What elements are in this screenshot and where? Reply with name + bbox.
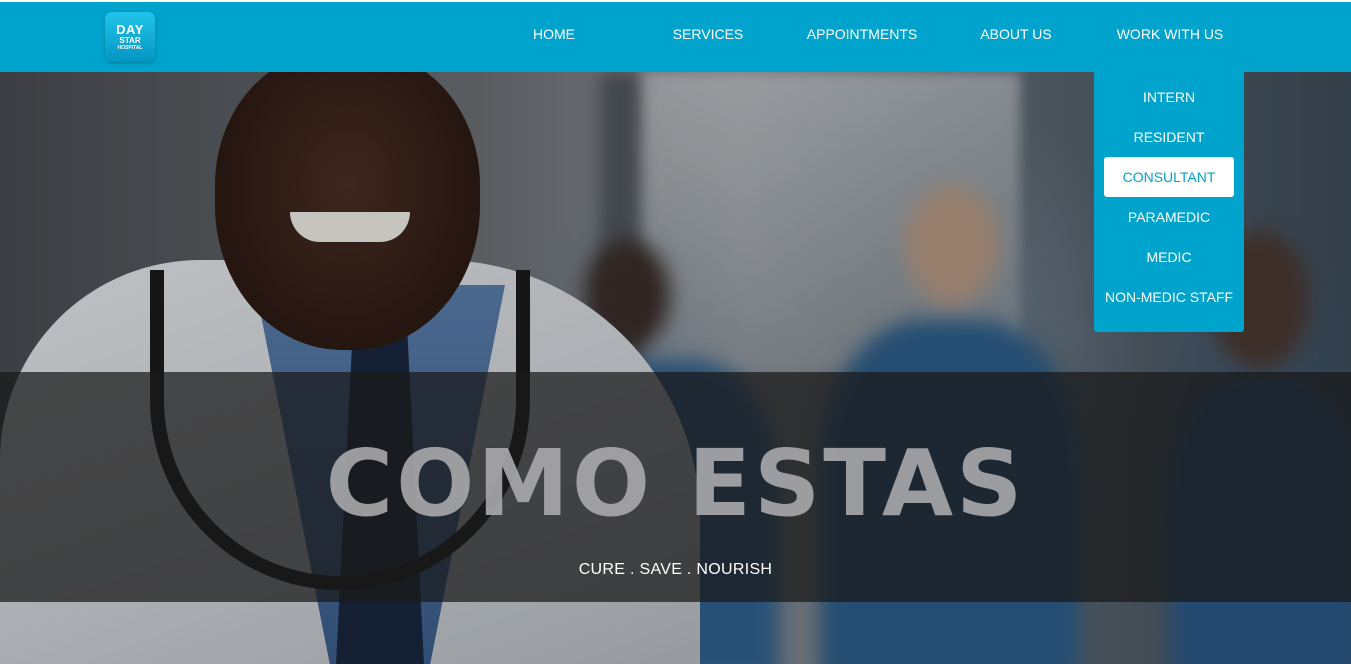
nav-home-link[interactable]: HOME <box>500 26 608 48</box>
dropdown-item-resident[interactable]: RESIDENT <box>1104 117 1234 157</box>
dropdown-item-non-medic-staff[interactable]: NON-MEDIC STAFF <box>1094 277 1244 317</box>
hospital-logo[interactable]: DAY STAR HOSPITAL <box>105 12 155 62</box>
nav-services-link[interactable]: SERVICES <box>655 26 761 48</box>
nav-work-with-us-link[interactable]: WORK WITH US <box>1106 26 1234 48</box>
hero-tagline: CURE . SAVE . NOURISH <box>578 561 773 578</box>
nav-about-us-link[interactable]: ABOUT US <box>965 26 1067 48</box>
main-navbar: DAY STAR HOSPITAL HOME SERVICES APPOINTM… <box>0 2 1351 72</box>
dropdown-item-consultant[interactable]: CONSULTANT <box>1104 157 1234 197</box>
hero-title: COMO ESTAS <box>325 430 1026 537</box>
dropdown-item-intern[interactable]: INTERN <box>1104 77 1234 117</box>
logo-text-star: STAR <box>119 36 141 45</box>
work-with-us-dropdown-menu: INTERN RESIDENT CONSULTANT PARAMEDIC MED… <box>1094 72 1244 332</box>
logo-text-day: DAY <box>116 22 144 37</box>
dropdown-item-medic[interactable]: MEDIC <box>1104 237 1234 277</box>
logo-text-hospital: HOSPITAL <box>117 45 143 51</box>
nav-appointments-link[interactable]: APPOINTMENTS <box>800 26 924 48</box>
dropdown-item-paramedic[interactable]: PARAMEDIC <box>1104 197 1234 237</box>
